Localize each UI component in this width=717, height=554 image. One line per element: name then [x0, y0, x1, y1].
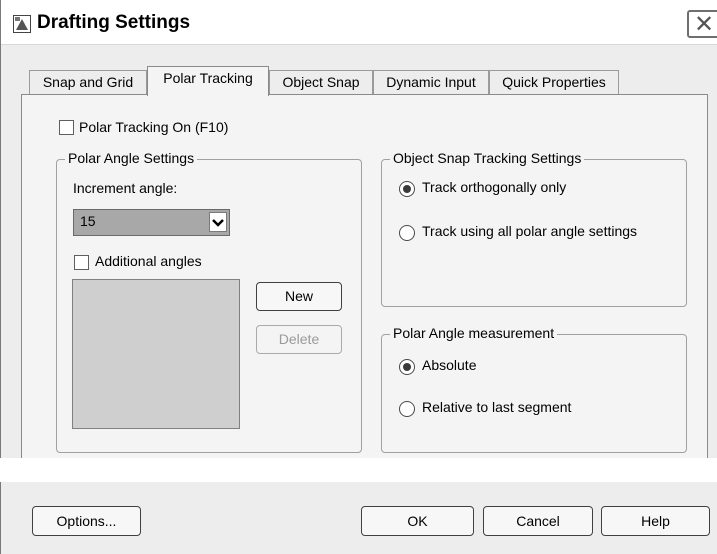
tab-snap-and-grid[interactable]: Snap and Grid: [29, 70, 147, 94]
relative-to-last-segment-radio[interactable]: [399, 401, 415, 417]
increment-angle-label: Increment angle:: [73, 180, 178, 196]
tab-panel-polar-tracking: Polar Tracking On (F10) Polar Angle Sett…: [21, 94, 708, 458]
delete-angle-button[interactable]: Delete: [256, 325, 342, 354]
object-snap-tracking-group: Object Snap Tracking Settings Track orth…: [381, 150, 687, 307]
group-legend: Polar Angle Settings: [65, 150, 198, 166]
additional-angles-checkbox[interactable]: [74, 255, 89, 270]
close-button[interactable]: ✕: [687, 10, 717, 38]
track-orthogonally-radio[interactable]: [399, 181, 415, 197]
options-button[interactable]: Options...: [32, 506, 141, 536]
cancel-button[interactable]: Cancel: [483, 506, 593, 536]
help-button[interactable]: Help: [601, 506, 710, 536]
dropdown-button[interactable]: [209, 212, 227, 232]
additional-angles-label: Additional angles: [95, 253, 202, 269]
tab-dynamic-input[interactable]: Dynamic Input: [373, 70, 489, 94]
additional-angles-list[interactable]: [72, 279, 240, 429]
absolute-label: Absolute: [422, 357, 477, 373]
radio-selected-dot: [403, 363, 411, 371]
increment-angle-select[interactable]: 15: [73, 209, 230, 236]
increment-angle-value: 15: [80, 213, 96, 229]
polar-tracking-on-checkbox[interactable]: [59, 120, 74, 135]
dialog-footer: Options... OK Cancel Help: [0, 482, 717, 554]
track-all-polar-radio[interactable]: [399, 225, 415, 241]
title-bar[interactable]: Drafting Settings ✕: [1, 0, 717, 45]
radio-selected-dot: [403, 185, 411, 193]
chevron-down-icon: [212, 219, 224, 227]
close-icon: ✕: [694, 11, 715, 38]
polar-angle-settings-group: Polar Angle Settings Increment angle: 15…: [56, 150, 362, 453]
polar-angle-measurement-group: Polar Angle measurement Absolute Relativ…: [381, 325, 687, 453]
new-angle-button[interactable]: New: [256, 282, 342, 311]
window-title: Drafting Settings: [37, 12, 191, 33]
ok-button[interactable]: OK: [361, 506, 474, 536]
polar-tracking-on-label: Polar Tracking On (F10): [79, 119, 229, 135]
absolute-radio[interactable]: [399, 359, 415, 375]
app-icon: [13, 15, 31, 33]
track-all-polar-label: Track using all polar angle settings: [422, 223, 638, 239]
group-legend: Object Snap Tracking Settings: [390, 150, 585, 166]
tab-polar-tracking[interactable]: Polar Tracking: [147, 66, 269, 96]
group-legend: Polar Angle measurement: [390, 325, 558, 341]
tab-object-snap[interactable]: Object Snap: [269, 70, 373, 94]
dialog-window: Drafting Settings ✕ Snap and Grid Polar …: [0, 0, 717, 458]
tab-quick-properties[interactable]: Quick Properties: [489, 70, 619, 94]
relative-to-last-segment-label: Relative to last segment: [422, 399, 572, 415]
track-orthogonally-label: Track orthogonally only: [422, 179, 567, 195]
